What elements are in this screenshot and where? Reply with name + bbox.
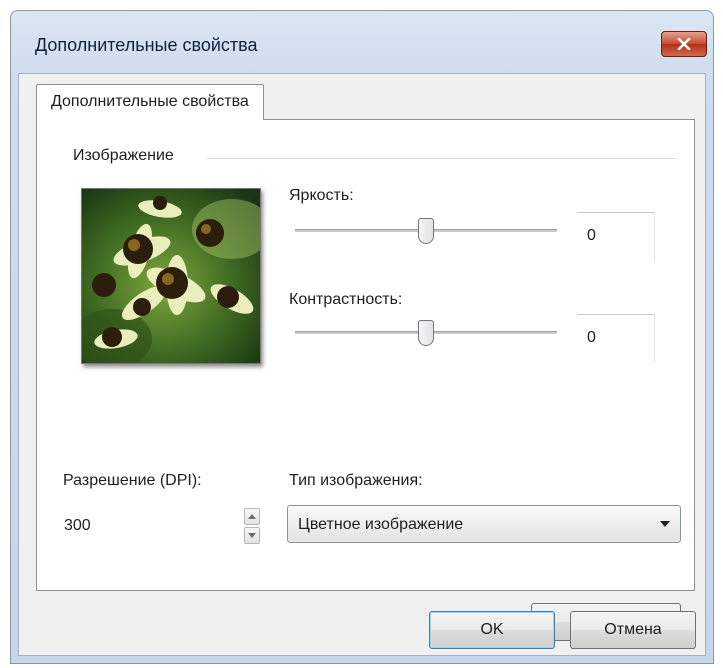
chevron-up-icon <box>248 514 256 519</box>
dialog-window: Дополнительные свойства Дополнительные с… <box>10 10 714 664</box>
dialog-client-area: Дополнительные свойства Изображение Ярко… <box>18 73 706 656</box>
resolution-label: Разрешение (DPI): <box>63 472 202 489</box>
resolution-input[interactable] <box>64 510 230 542</box>
image-type-label: Тип изображения: <box>289 472 423 489</box>
group-divider <box>207 158 676 159</box>
ok-button[interactable]: OK <box>429 611 555 649</box>
title-bar[interactable]: Дополнительные свойства <box>11 11 713 73</box>
chevron-down-icon <box>660 521 670 527</box>
image-group-label: Изображение <box>73 147 174 164</box>
resolution-spinner[interactable] <box>244 508 260 544</box>
contrast-label: Контрастность: <box>289 291 403 308</box>
brightness-label: Яркость: <box>289 187 354 204</box>
spin-up-button[interactable] <box>244 508 260 525</box>
brightness-slider-thumb[interactable] <box>418 218 434 244</box>
chevron-down-icon <box>248 533 256 538</box>
image-preview <box>81 188 261 364</box>
close-icon <box>677 38 691 50</box>
window-title: Дополнительные свойства <box>35 35 258 55</box>
tab-advanced-properties[interactable]: Дополнительные свойства <box>36 84 264 120</box>
cancel-button[interactable]: Отмена <box>570 611 696 649</box>
brightness-value-field[interactable]: 0 <box>577 212 655 260</box>
close-button[interactable] <box>661 31 707 57</box>
flower-photo <box>82 189 260 363</box>
spin-down-button[interactable] <box>244 527 260 544</box>
contrast-slider-thumb[interactable] <box>418 320 434 346</box>
image-type-selected: Цветное изображение <box>298 516 464 533</box>
contrast-value-field[interactable]: 0 <box>577 314 655 362</box>
image-type-dropdown[interactable]: Цветное изображение <box>287 505 681 543</box>
tab-panel: Изображение Яркость: 0 Контрастность: 0 … <box>36 119 695 641</box>
